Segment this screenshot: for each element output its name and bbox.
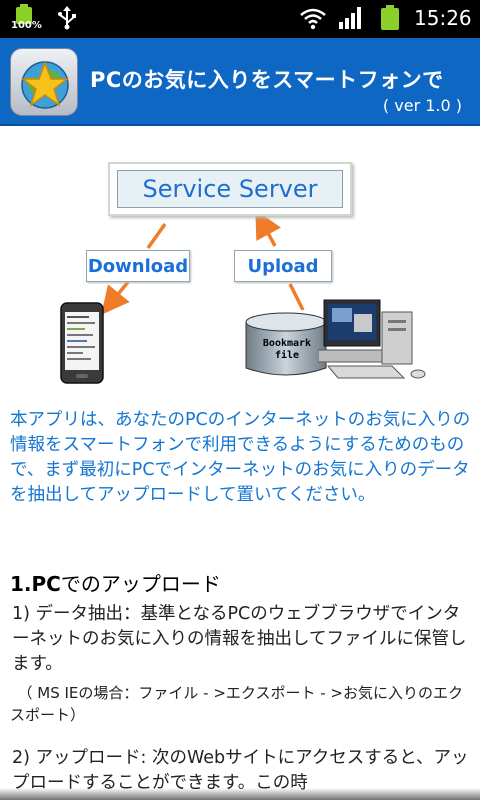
upload-arrow-top (255, 209, 281, 247)
bookmark-file-label: Bookmark file (262, 338, 312, 361)
upload-label: Upload (234, 250, 332, 282)
app-title: PCのお気に入りをスマートフォンで (90, 68, 444, 92)
download-arrow-top (146, 222, 167, 250)
star-globe-icon (10, 48, 78, 116)
service-server-label: Service Server (142, 175, 318, 203)
status-bar: 100% 15:26 (0, 0, 480, 38)
smartphone-icon (60, 302, 104, 384)
upload-arrow-bottom (288, 283, 305, 311)
battery-percent: 100% (11, 20, 42, 31)
desktop-pc-icon (318, 299, 426, 379)
signal-icon (339, 7, 361, 29)
download-label: Download (86, 250, 190, 282)
download-arrow-bottom (101, 280, 130, 315)
scroll-fade (0, 788, 480, 800)
app-header: PCのお気に入りをスマートフォンで ( ver 1.0 ) (0, 38, 480, 126)
ie-note-text: （ MS IEの場合：ファイル - >エクスポート - >お気に入りのエクスポー… (10, 684, 463, 724)
step1-text: 1) データ抽出：基準となるPCのウェブブラウザでインターネットのお気に入りの情… (12, 604, 467, 674)
app-version: ( ver 1.0 ) (382, 96, 462, 115)
wifi-icon (300, 8, 326, 30)
sync-diagram: Service Server Download Upload Bookmark … (0, 126, 480, 396)
battery-icon (381, 5, 399, 30)
clock: 15:26 (414, 6, 472, 30)
usb-icon (58, 6, 76, 30)
intro-text: 本アプリは、あなたのPCのインターネットのお気に入りの情報をスマートフォンで利用… (10, 410, 471, 505)
service-server-box: Service Server (108, 162, 352, 216)
section-title: 1.PCでのアップロード (10, 572, 221, 596)
